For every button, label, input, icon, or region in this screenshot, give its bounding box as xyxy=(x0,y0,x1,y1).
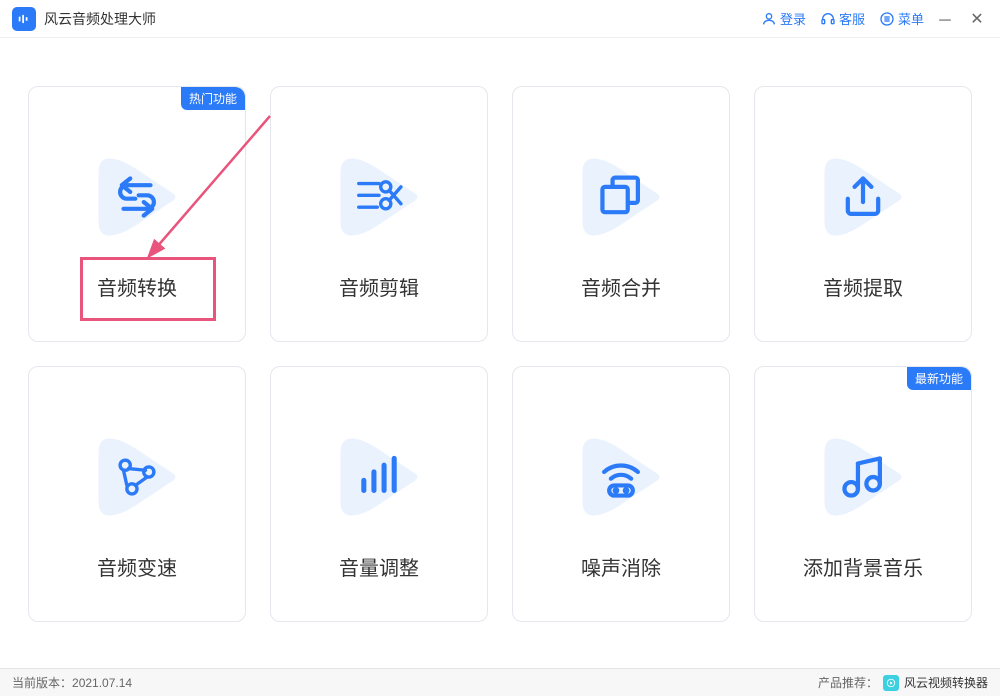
support-button[interactable]: 客服 xyxy=(820,9,865,28)
scissors-icon xyxy=(349,167,409,227)
card-label: 噪声消除 xyxy=(581,552,661,581)
merge-icon xyxy=(591,167,651,227)
card-audio-extract[interactable]: 音频提取 xyxy=(754,86,972,342)
app-title: 风云音频处理大师 xyxy=(44,9,156,29)
menu-button[interactable]: 菜单 xyxy=(879,9,924,28)
card-label: 添加背景音乐 xyxy=(803,552,923,581)
close-button[interactable]: ✕ xyxy=(966,9,988,29)
card-audio-trim[interactable]: 音频剪辑 xyxy=(270,86,488,342)
card-label: 音频剪辑 xyxy=(339,272,419,301)
recommend-product[interactable]: 风云视频转换器 xyxy=(904,674,988,691)
version-value: 2021.07.14 xyxy=(72,676,132,690)
minimize-button[interactable]: － xyxy=(934,7,956,31)
titlebar: 风云音频处理大师 登录 客服 菜单 － ✕ xyxy=(0,0,1000,38)
user-icon xyxy=(761,11,777,27)
speed-icon xyxy=(107,447,167,507)
recommend-label: 产品推荐： xyxy=(818,674,878,691)
card-label: 音量调整 xyxy=(339,552,419,581)
menu-icon xyxy=(879,11,895,27)
login-button[interactable]: 登录 xyxy=(761,9,806,28)
export-icon xyxy=(833,167,893,227)
recommend-logo-icon xyxy=(883,675,899,691)
headset-icon xyxy=(820,11,836,27)
menu-label: 菜单 xyxy=(898,9,924,28)
card-label: 音频变速 xyxy=(97,552,177,581)
app-logo-icon xyxy=(12,7,36,31)
statusbar: 当前版本： 2021.07.14 产品推荐： 风云视频转换器 xyxy=(0,668,1000,696)
card-noise-remove[interactable]: 噪声消除 xyxy=(512,366,730,622)
wifi-icon xyxy=(591,447,651,507)
volume-bars-icon xyxy=(349,447,409,507)
new-badge: 最新功能 xyxy=(907,367,971,390)
feature-grid: 热门功能 音频转换 xyxy=(0,38,1000,622)
card-audio-convert[interactable]: 热门功能 音频转换 xyxy=(28,86,246,342)
music-note-icon xyxy=(833,447,893,507)
hot-badge: 热门功能 xyxy=(181,87,245,110)
card-label: 音频提取 xyxy=(823,272,903,301)
card-audio-speed[interactable]: 音频变速 xyxy=(28,366,246,622)
login-label: 登录 xyxy=(780,9,806,28)
version-label: 当前版本： xyxy=(12,674,72,691)
convert-icon xyxy=(107,167,167,227)
card-volume-adjust[interactable]: 音量调整 xyxy=(270,366,488,622)
card-audio-merge[interactable]: 音频合并 xyxy=(512,86,730,342)
card-label: 音频转换 xyxy=(97,272,177,301)
card-add-bgm[interactable]: 最新功能 添加背景音乐 xyxy=(754,366,972,622)
card-label: 音频合并 xyxy=(581,272,661,301)
support-label: 客服 xyxy=(839,9,865,28)
